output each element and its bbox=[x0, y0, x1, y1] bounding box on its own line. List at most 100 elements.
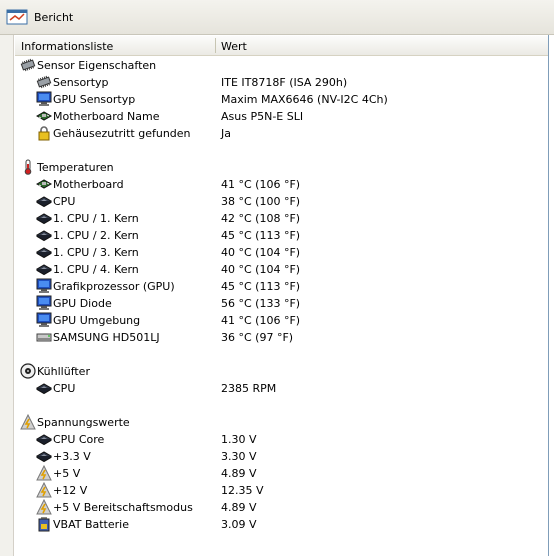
item-label: Motherboard Name bbox=[53, 110, 160, 123]
list-item[interactable]: Sensortyp ITE IT8718F (ISA 290h) bbox=[15, 74, 548, 91]
item-value: 1.30 V bbox=[221, 433, 257, 446]
list-item[interactable]: 1. CPU / 1. Kern 42 °C (108 °F) bbox=[15, 210, 548, 227]
item-value: 40 °C (104 °F) bbox=[221, 263, 301, 276]
item-label: Sensortyp bbox=[53, 76, 109, 89]
window-title: Bericht bbox=[34, 11, 74, 24]
item-value: 3.09 V bbox=[221, 518, 257, 531]
list-item[interactable]: GPU Umgebung 41 °C (106 °F) bbox=[15, 312, 548, 329]
cpu-icon bbox=[36, 261, 52, 277]
column-header-name[interactable]: Informationsliste bbox=[21, 40, 113, 53]
item-label: +12 V bbox=[53, 484, 88, 497]
cpu-icon bbox=[36, 193, 52, 209]
item-value: 56 °C (133 °F) bbox=[221, 297, 301, 310]
column-separator[interactable] bbox=[215, 38, 216, 53]
item-label: Gehäusezutritt gefunden bbox=[53, 127, 191, 140]
item-value: 45 °C (113 °F) bbox=[221, 280, 301, 293]
voltage-icon bbox=[36, 482, 52, 498]
monitor-icon bbox=[36, 278, 52, 294]
voltage-icon bbox=[36, 499, 52, 515]
cpu-icon bbox=[36, 431, 52, 447]
list-item[interactable]: 1. CPU / 2. Kern 45 °C (113 °F) bbox=[15, 227, 548, 244]
monitor-icon bbox=[36, 312, 52, 328]
category-row[interactable]: Kühllüfter bbox=[15, 363, 548, 380]
item-label: VBAT Batterie bbox=[53, 518, 129, 531]
item-value: 2385 RPM bbox=[221, 382, 277, 395]
item-label: CPU Core bbox=[53, 433, 105, 446]
monitor-icon bbox=[36, 91, 52, 107]
thermometer-icon bbox=[20, 159, 36, 175]
cpu-icon bbox=[36, 380, 52, 396]
item-value: Ja bbox=[221, 127, 231, 140]
right-border bbox=[548, 35, 549, 556]
category-label: Sensor Eigenschaften bbox=[37, 59, 157, 72]
cpu-icon bbox=[36, 244, 52, 260]
cpu-icon bbox=[36, 227, 52, 243]
list-item[interactable]: CPU Core 1.30 V bbox=[15, 431, 548, 448]
item-label: 1. CPU / 3. Kern bbox=[53, 246, 139, 259]
item-label: +5 V Bereitschaftsmodus bbox=[53, 501, 193, 514]
item-value: ITE IT8718F (ISA 290h) bbox=[221, 76, 348, 89]
item-value: 4.89 V bbox=[221, 467, 257, 480]
category-label: Spannungswerte bbox=[37, 416, 130, 429]
list-item[interactable]: Grafikprozessor (GPU) 45 °C (113 °F) bbox=[15, 278, 548, 295]
cpu-icon bbox=[36, 210, 52, 226]
list-item[interactable]: Motherboard Name Asus P5N-E SLI bbox=[15, 108, 548, 125]
item-value: 38 °C (100 °F) bbox=[221, 195, 301, 208]
list-item[interactable]: +5 V Bereitschaftsmodus 4.89 V bbox=[15, 499, 548, 516]
voltage-warning-icon bbox=[20, 414, 36, 430]
list-item[interactable]: 1. CPU / 3. Kern 40 °C (104 °F) bbox=[15, 244, 548, 261]
item-value: 3.30 V bbox=[221, 450, 257, 463]
item-value: 36 °C (97 °F) bbox=[221, 331, 294, 344]
item-value: Maxim MAX6646 (NV-I2C 4Ch) bbox=[221, 93, 388, 106]
title-bar: Bericht bbox=[0, 0, 554, 35]
list-item[interactable]: Motherboard 41 °C (106 °F) bbox=[15, 176, 548, 193]
list-item[interactable]: VBAT Batterie 3.09 V bbox=[15, 516, 548, 533]
list-item[interactable]: GPU Diode 56 °C (133 °F) bbox=[15, 295, 548, 312]
category-row[interactable]: Spannungswerte bbox=[15, 414, 548, 431]
motherboard-icon bbox=[36, 108, 52, 124]
item-value: 45 °C (113 °F) bbox=[221, 229, 301, 242]
category-row[interactable]: Temperaturen bbox=[15, 159, 548, 176]
item-value: 4.89 V bbox=[221, 501, 257, 514]
item-value: 41 °C (106 °F) bbox=[221, 314, 301, 327]
item-label: 1. CPU / 1. Kern bbox=[53, 212, 139, 225]
item-label: CPU bbox=[53, 195, 76, 208]
item-label: +3.3 V bbox=[53, 450, 91, 463]
list-item[interactable]: GPU Sensortyp Maxim MAX6646 (NV-I2C 4Ch) bbox=[15, 91, 548, 108]
column-header: Informationsliste Wert bbox=[15, 36, 548, 56]
item-label: 1. CPU / 4. Kern bbox=[53, 263, 139, 276]
sensor-chip-icon bbox=[20, 57, 36, 73]
list-item[interactable]: 1. CPU / 4. Kern 40 °C (104 °F) bbox=[15, 261, 548, 278]
column-header-value[interactable]: Wert bbox=[221, 40, 247, 53]
battery-icon bbox=[36, 516, 52, 532]
category-label: Kühllüfter bbox=[37, 365, 90, 378]
voltage-icon bbox=[36, 465, 52, 481]
cpu-icon bbox=[36, 448, 52, 464]
item-label: Motherboard bbox=[53, 178, 124, 191]
fan-icon bbox=[20, 363, 36, 379]
list-item[interactable]: CPU 2385 RPM bbox=[15, 380, 548, 397]
category-row[interactable]: Sensor Eigenschaften bbox=[15, 57, 548, 74]
item-value: 41 °C (106 °F) bbox=[221, 178, 301, 191]
left-margin bbox=[0, 35, 14, 556]
category-label: Temperaturen bbox=[37, 161, 114, 174]
lock-icon bbox=[36, 125, 52, 141]
item-label: +5 V bbox=[53, 467, 81, 480]
list-item[interactable]: Gehäusezutritt gefunden Ja bbox=[15, 125, 548, 142]
report-icon bbox=[6, 8, 28, 26]
item-label: SAMSUNG HD501LJ bbox=[53, 331, 160, 344]
item-label: GPU Umgebung bbox=[53, 314, 141, 327]
item-label: CPU bbox=[53, 382, 76, 395]
item-value: 42 °C (108 °F) bbox=[221, 212, 301, 225]
chip-icon bbox=[36, 74, 52, 90]
item-value: Asus P5N-E SLI bbox=[221, 110, 304, 123]
item-label: 1. CPU / 2. Kern bbox=[53, 229, 139, 242]
item-value: 12.35 V bbox=[221, 484, 264, 497]
harddisk-icon bbox=[36, 329, 52, 345]
list-item[interactable]: +12 V 12.35 V bbox=[15, 482, 548, 499]
item-label: GPU Diode bbox=[53, 297, 112, 310]
list-item[interactable]: +5 V 4.89 V bbox=[15, 465, 548, 482]
list-item[interactable]: +3.3 V 3.30 V bbox=[15, 448, 548, 465]
list-item[interactable]: SAMSUNG HD501LJ 36 °C (97 °F) bbox=[15, 329, 548, 346]
list-item[interactable]: CPU 38 °C (100 °F) bbox=[15, 193, 548, 210]
